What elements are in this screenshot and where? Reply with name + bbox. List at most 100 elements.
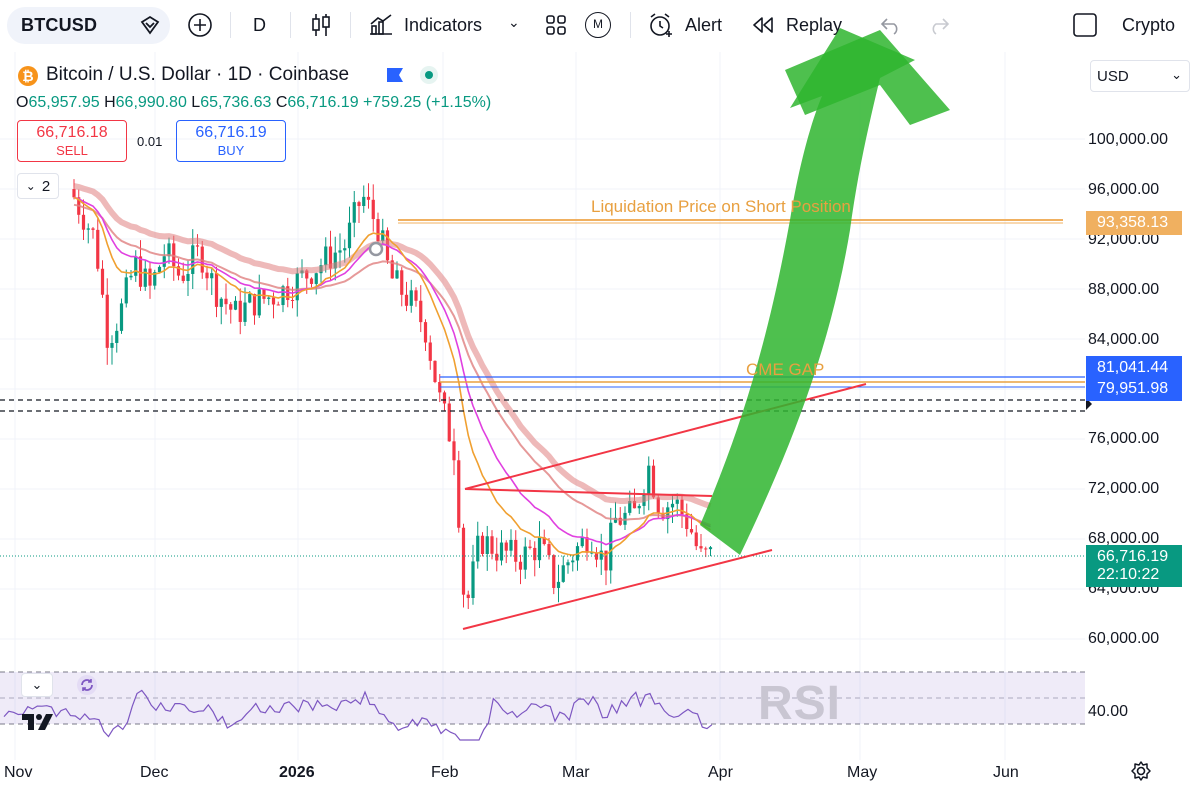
candle-body xyxy=(134,256,138,276)
candle-body xyxy=(371,199,375,220)
sell-price: 66,716.18 xyxy=(36,124,108,141)
candle-body xyxy=(205,272,209,279)
candle-body xyxy=(381,230,385,242)
candle-body xyxy=(452,441,456,461)
refresh-icon[interactable] xyxy=(74,673,100,697)
buy-label: BUY xyxy=(217,143,245,158)
chevron-down-icon: ⌄ xyxy=(1171,67,1182,82)
candle-body xyxy=(267,297,271,299)
candle-body xyxy=(186,273,190,281)
candle-body xyxy=(262,289,266,299)
candle-body xyxy=(257,289,261,316)
candle-body xyxy=(523,546,527,570)
candle-body xyxy=(414,290,418,301)
price-axis-label: 100,000.00 xyxy=(1088,131,1169,148)
chevron-down-icon: ⌄ xyxy=(31,677,43,692)
candle-body xyxy=(347,222,352,249)
spread-value: 0.01 xyxy=(137,134,163,149)
currency-value: USD xyxy=(1097,68,1129,85)
price-axis-label: 60,000.00 xyxy=(1088,630,1160,647)
event-marker xyxy=(368,241,384,257)
candle-body xyxy=(238,300,242,322)
candle-body xyxy=(514,539,518,562)
candle-body xyxy=(637,505,641,509)
candle-body xyxy=(119,303,124,331)
x-axis-label: Jun xyxy=(993,764,1019,781)
candle-body xyxy=(466,594,470,599)
candle-body xyxy=(366,196,371,200)
x-axis-label: Mar xyxy=(562,764,590,781)
cme-gap-bottom-tag: 79,951.98 xyxy=(1086,377,1182,401)
candle-body xyxy=(343,248,347,251)
sell-button[interactable]: 66,716.18 SELL xyxy=(17,120,127,162)
candle-body xyxy=(651,465,656,498)
candle-body xyxy=(528,546,532,548)
candle-body xyxy=(656,497,660,513)
x-axis-label: Feb xyxy=(431,764,459,781)
price-chart-canvas[interactable] xyxy=(0,0,1200,787)
x-axis-label: 2026 xyxy=(279,764,315,781)
candle-body xyxy=(585,537,589,553)
candle-body xyxy=(428,342,432,361)
candle-body xyxy=(195,245,200,247)
svg-text:₿: ₿ xyxy=(22,68,33,84)
candle-body xyxy=(129,275,133,278)
candle-body xyxy=(490,536,494,554)
candle-body xyxy=(442,392,447,404)
candle-body xyxy=(447,403,451,442)
candle-body xyxy=(499,542,504,561)
ohlc-readout: O65,957.95 H66,990.80 L65,736.63 C66,716… xyxy=(16,94,492,111)
cme-gap-annotation[interactable]: CME GAP xyxy=(746,360,824,380)
candle-body xyxy=(571,560,575,563)
collapse-indicators-button[interactable]: ⌄ 2 xyxy=(17,173,59,199)
candle-body xyxy=(504,542,508,551)
liquidation-annotation[interactable]: Liquidation Price on Short Position xyxy=(591,197,851,217)
candle-body xyxy=(219,298,223,307)
candle-body xyxy=(647,465,651,494)
candle-body xyxy=(243,302,247,322)
market-open-icon xyxy=(418,64,440,91)
price-axis-label: 72,000.00 xyxy=(1088,480,1160,497)
candle-body xyxy=(100,268,105,295)
candle-body xyxy=(290,299,295,301)
price-axis-label: 88,000.00 xyxy=(1088,281,1160,298)
candle-body xyxy=(252,294,257,316)
candle-body xyxy=(471,561,475,599)
candle-body xyxy=(324,246,328,266)
candle-body xyxy=(110,342,114,348)
candle-body xyxy=(81,214,86,230)
candle-body xyxy=(86,228,90,230)
candle-body xyxy=(566,562,570,566)
candle-body xyxy=(419,300,423,323)
candle-body xyxy=(157,266,162,273)
candle-body xyxy=(580,537,584,547)
buy-button[interactable]: 66,716.19 BUY xyxy=(176,120,286,162)
candle-body xyxy=(423,322,428,343)
candle-body xyxy=(537,537,542,561)
candle-body xyxy=(699,546,703,549)
rsi-pane[interactable] xyxy=(0,672,1085,724)
gear-icon[interactable] xyxy=(1128,758,1154,784)
flag-icon[interactable] xyxy=(385,66,405,89)
x-axis-label: May xyxy=(847,764,878,781)
candle-body xyxy=(96,229,100,269)
candle-body xyxy=(229,304,233,310)
candle-body xyxy=(181,275,185,281)
candle-body xyxy=(461,527,466,595)
rsi-watermark: RSI xyxy=(758,677,842,730)
candle-body xyxy=(338,250,342,253)
tradingview-logo[interactable] xyxy=(20,710,60,740)
candle-body xyxy=(210,273,214,279)
candle-body xyxy=(476,535,480,562)
candle-body xyxy=(224,298,228,305)
currency-select[interactable]: USD ⌄ xyxy=(1090,60,1190,92)
candle-body xyxy=(556,581,561,588)
countdown-tag: 22:10:22 xyxy=(1086,563,1182,587)
candle-body xyxy=(352,202,356,223)
x-axis-label: Apr xyxy=(708,764,733,781)
candle-body xyxy=(314,273,318,284)
candle-body xyxy=(357,202,361,207)
candle-body xyxy=(248,294,252,303)
candle-body xyxy=(271,297,276,305)
rsi-collapse-button[interactable]: ⌄ xyxy=(21,673,53,697)
